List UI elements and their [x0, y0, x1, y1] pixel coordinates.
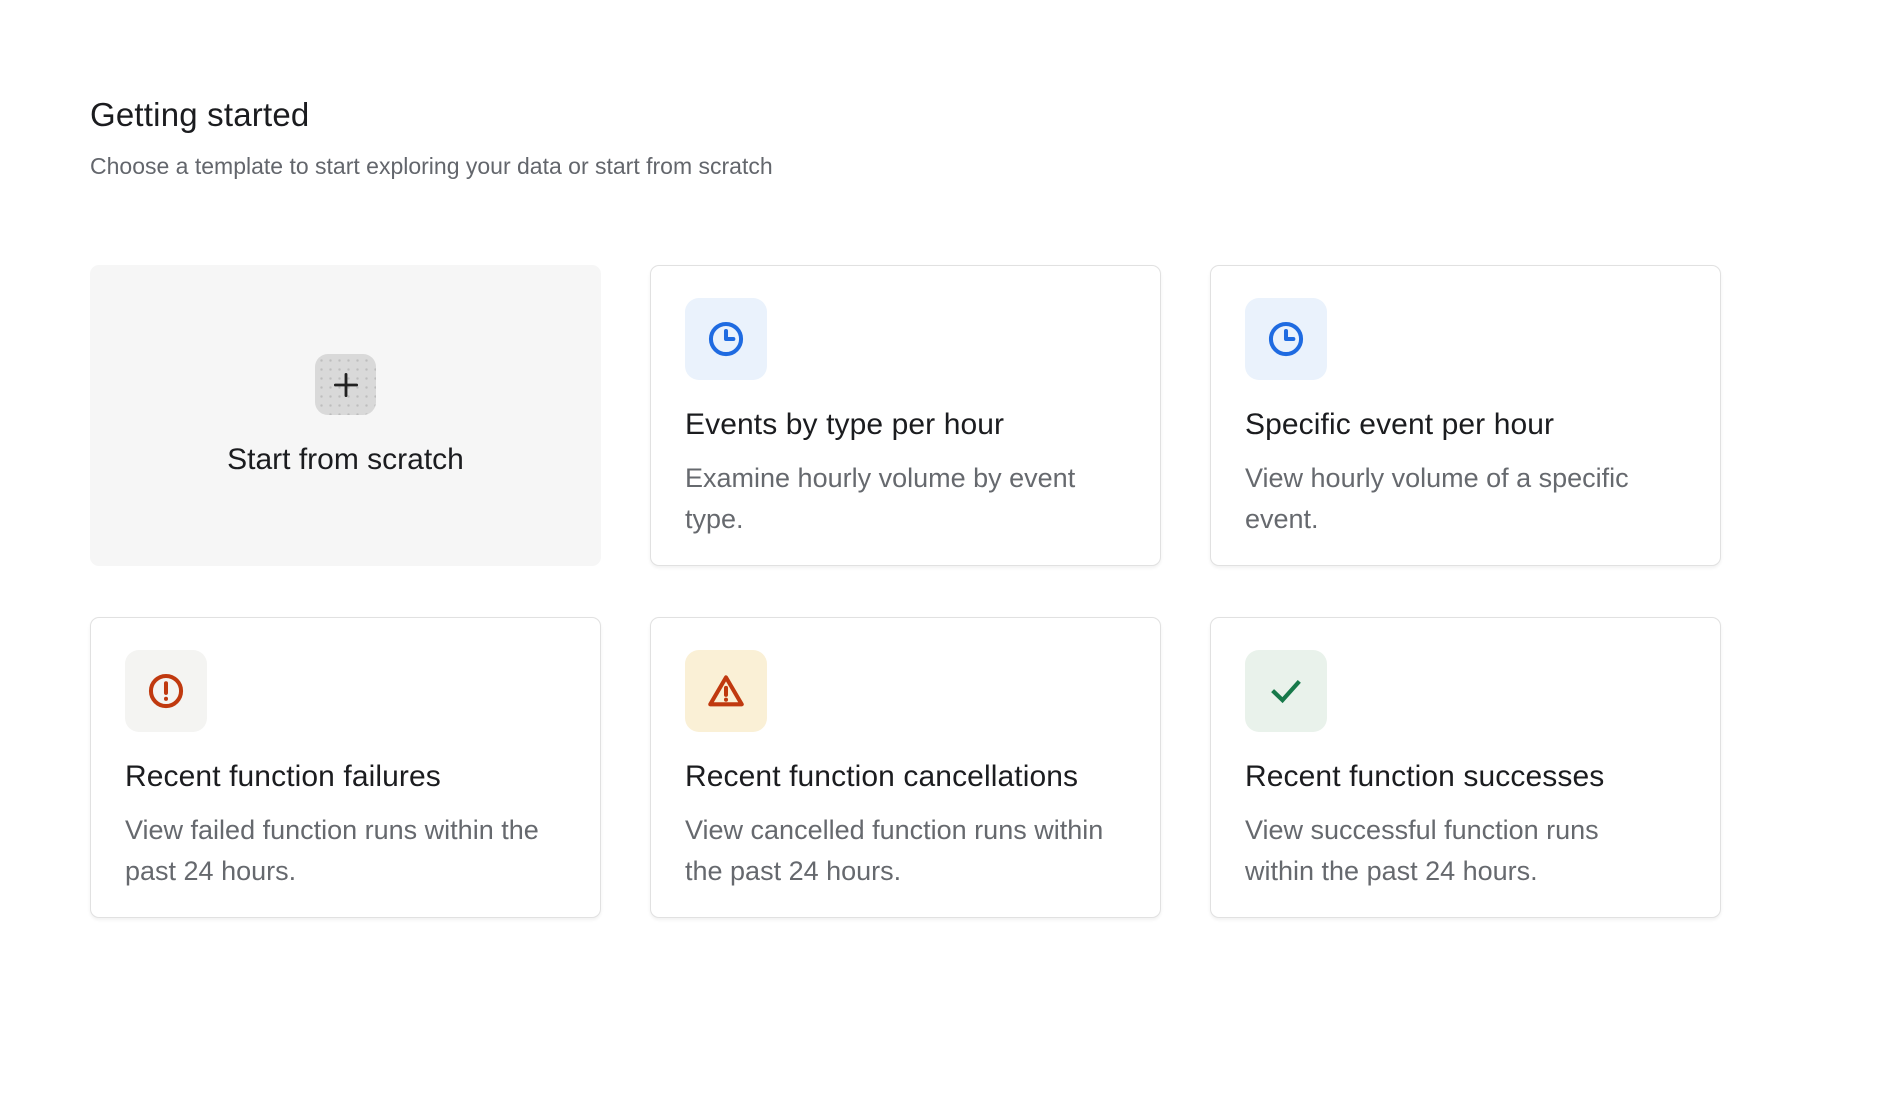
template-card-title: Recent function cancellations	[685, 758, 1126, 796]
start-from-scratch-card[interactable]: Start from scratch	[90, 265, 601, 566]
template-card-title: Recent function successes	[1245, 758, 1686, 796]
warning-triangle-icon	[685, 650, 767, 732]
template-card-title: Specific event per hour	[1245, 406, 1686, 444]
template-card-description: Examine hourly volume by event type.	[685, 458, 1115, 540]
template-card-description: View cancelled function runs within the …	[685, 810, 1115, 892]
template-card-title: Recent function failures	[125, 758, 566, 796]
page-title: Getting started	[90, 96, 1886, 134]
start-from-scratch-label: Start from scratch	[227, 443, 464, 477]
alert-circle-icon	[125, 650, 207, 732]
template-card-description: View failed function runs within the pas…	[125, 810, 555, 892]
clock-icon	[685, 298, 767, 380]
template-card-description: View hourly volume of a specific event.	[1245, 458, 1675, 540]
template-card-function-successes[interactable]: Recent function successes View successfu…	[1210, 617, 1721, 918]
template-card-specific-event[interactable]: Specific event per hour View hourly volu…	[1210, 265, 1721, 566]
template-card-function-failures[interactable]: Recent function failures View failed fun…	[90, 617, 601, 918]
check-icon	[1245, 650, 1327, 732]
template-card-function-cancellations[interactable]: Recent function cancellations View cance…	[650, 617, 1161, 918]
page-subtitle: Choose a template to start exploring you…	[90, 153, 1886, 180]
getting-started-page: Getting started Choose a template to sta…	[0, 0, 1886, 918]
template-card-grid: Start from scratch Events by type per ho…	[90, 265, 1886, 918]
template-card-events-by-type[interactable]: Events by type per hour Examine hourly v…	[650, 265, 1161, 566]
template-card-description: View successful function runs within the…	[1245, 810, 1675, 892]
clock-icon	[1245, 298, 1327, 380]
template-card-title: Events by type per hour	[685, 406, 1126, 444]
plus-icon	[315, 354, 376, 415]
